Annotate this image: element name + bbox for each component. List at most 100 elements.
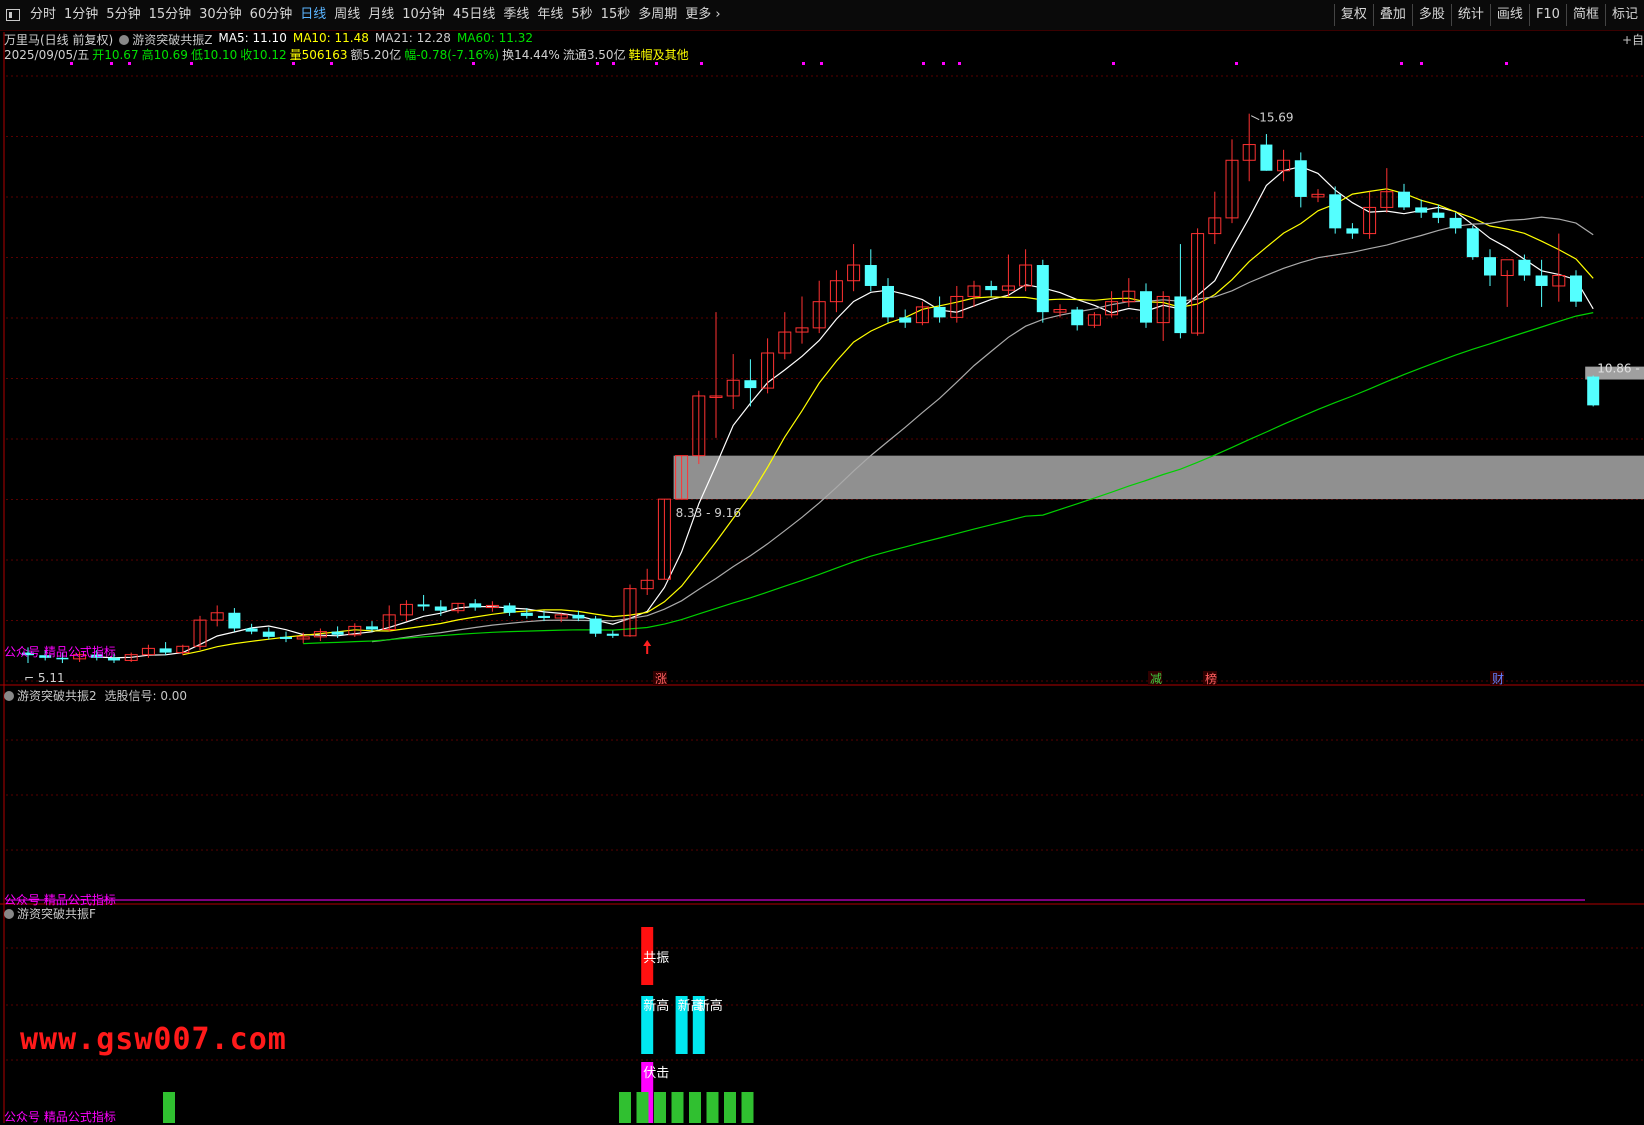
candle-body-down — [589, 618, 602, 634]
top-tick — [1112, 62, 1115, 65]
min-price-label: ⌐ 5.11 — [24, 671, 65, 685]
top-tick — [612, 62, 615, 65]
top-tick — [292, 62, 295, 65]
candle-body-down — [1484, 257, 1496, 276]
max-price-pointer — [1250, 115, 1260, 121]
ambush-label: 伏击 — [643, 1066, 669, 1081]
candle-body-down — [228, 612, 241, 629]
top-tick — [942, 62, 945, 65]
moving-averages — [96, 165, 1594, 659]
candle-body-down — [159, 648, 172, 653]
settings-circle-icon[interactable] — [4, 691, 14, 701]
candle-body-down — [469, 603, 482, 608]
candle-body-down — [434, 606, 447, 611]
top-tick — [1235, 62, 1238, 65]
support-band — [673, 366, 1644, 500]
top-tick — [330, 62, 333, 65]
lower2-header: 游资突破共振F — [4, 905, 96, 922]
candle-body-down — [1036, 265, 1049, 313]
candle-body-down — [899, 317, 912, 323]
new-high-label-2: 新高 — [697, 998, 723, 1014]
candle-body-down — [1449, 217, 1462, 229]
candle-body-down — [1071, 309, 1084, 326]
ma5-line — [96, 165, 1594, 659]
top-tick — [1505, 62, 1508, 65]
small-signal-bar — [654, 1092, 666, 1123]
ma10-line — [182, 188, 1594, 656]
candle-body-down — [882, 285, 894, 318]
lower1-header: 游资突破共振2 选股信号: 0.00 — [4, 687, 187, 704]
band-label: 8.33 - 9.16 — [676, 506, 741, 520]
lower1-signal: 选股信号: 0.00 — [104, 689, 188, 703]
chart-labels: 15.69 ⌐ 5.11 8.33 - 9.16 10.86 - 10.69 涨 减 榜 财共… — [24, 111, 1644, 1081]
main-watermark: 公众号 精品公式指标 — [4, 645, 116, 659]
top-ticks — [70, 62, 1508, 65]
candle-body-down — [744, 380, 757, 389]
candle-body-down — [503, 605, 516, 613]
candle-body-down — [1260, 144, 1273, 171]
candle-body-down — [1570, 275, 1582, 302]
candle-body-down — [1398, 191, 1410, 208]
small-signal-bar — [636, 1092, 649, 1123]
candle-body-down — [280, 636, 292, 639]
top-tick — [1420, 62, 1423, 65]
candle-body-down — [331, 631, 344, 635]
candle-body-down — [1174, 296, 1187, 334]
top-tick — [922, 62, 925, 65]
candle-body-down — [245, 628, 258, 632]
max-price-label: 15.69 — [1259, 111, 1293, 125]
top-tick — [1400, 62, 1403, 65]
candle-body-down — [1329, 194, 1342, 229]
lower2-watermark: 公众号 精品公式指标 — [4, 1110, 116, 1124]
settings-circle-icon[interactable] — [4, 909, 14, 919]
top-tick — [655, 62, 658, 65]
top-tick — [700, 62, 703, 65]
top-tick — [958, 62, 961, 65]
support-band-rect — [673, 455, 1644, 500]
candle-body-down — [1294, 160, 1307, 197]
candle-body-down — [1140, 291, 1152, 323]
small-signal-bar — [163, 1092, 175, 1123]
candle-body-down — [572, 614, 585, 619]
event-label-1: 减 — [1150, 672, 1162, 686]
top-tick — [190, 62, 193, 65]
band-right-label: 10.86 - 10.69 — [1597, 362, 1644, 376]
top-tick — [110, 62, 113, 65]
event-label-3: 财 — [1492, 672, 1504, 686]
event-label-2: 榜 — [1205, 671, 1217, 686]
candle-body-down — [1587, 376, 1600, 406]
grid-lines — [0, 32, 1644, 1123]
candle-body-down — [1346, 228, 1359, 234]
candlesticks — [22, 113, 1600, 664]
small-signal-bar — [619, 1092, 631, 1123]
candle-body-down — [1518, 259, 1531, 276]
candle-body-down — [933, 306, 946, 318]
small-signal-bar — [741, 1092, 754, 1123]
small-signal-bar — [724, 1092, 736, 1123]
buy-arrow-icon — [643, 640, 652, 654]
small-signal-bar — [689, 1092, 701, 1123]
lower2-title[interactable]: 游资突破共振F — [17, 907, 96, 921]
small-signal-bar — [706, 1092, 719, 1123]
candle-body-down — [1535, 275, 1548, 286]
top-tick — [70, 62, 73, 65]
candle-body-down — [1415, 207, 1428, 213]
new-high-label-0: 新高 — [643, 998, 669, 1014]
chart-canvas[interactable]: 15.69 ⌐ 5.11 8.33 - 9.16 10.86 - 10.69 涨 减 榜 财共… — [0, 0, 1644, 1123]
top-tick — [128, 62, 131, 65]
candle-body-down — [538, 615, 550, 619]
candle-body-down — [520, 612, 533, 616]
lower1-title[interactable]: 游资突破共振2 — [17, 689, 97, 703]
small-signal-bar — [671, 1092, 684, 1123]
top-tick — [472, 62, 475, 65]
resonance-label: 共振 — [643, 951, 669, 966]
event-label-0: 涨 — [655, 671, 667, 686]
candle-body-down — [366, 626, 378, 630]
top-tick — [802, 62, 805, 65]
candle-body-down — [606, 633, 619, 636]
top-tick — [820, 62, 823, 65]
candle-body-down — [1466, 228, 1479, 258]
top-tick — [596, 62, 599, 65]
site-watermark: www.gsw007.com — [20, 1022, 287, 1057]
candle-body-down — [985, 285, 998, 291]
